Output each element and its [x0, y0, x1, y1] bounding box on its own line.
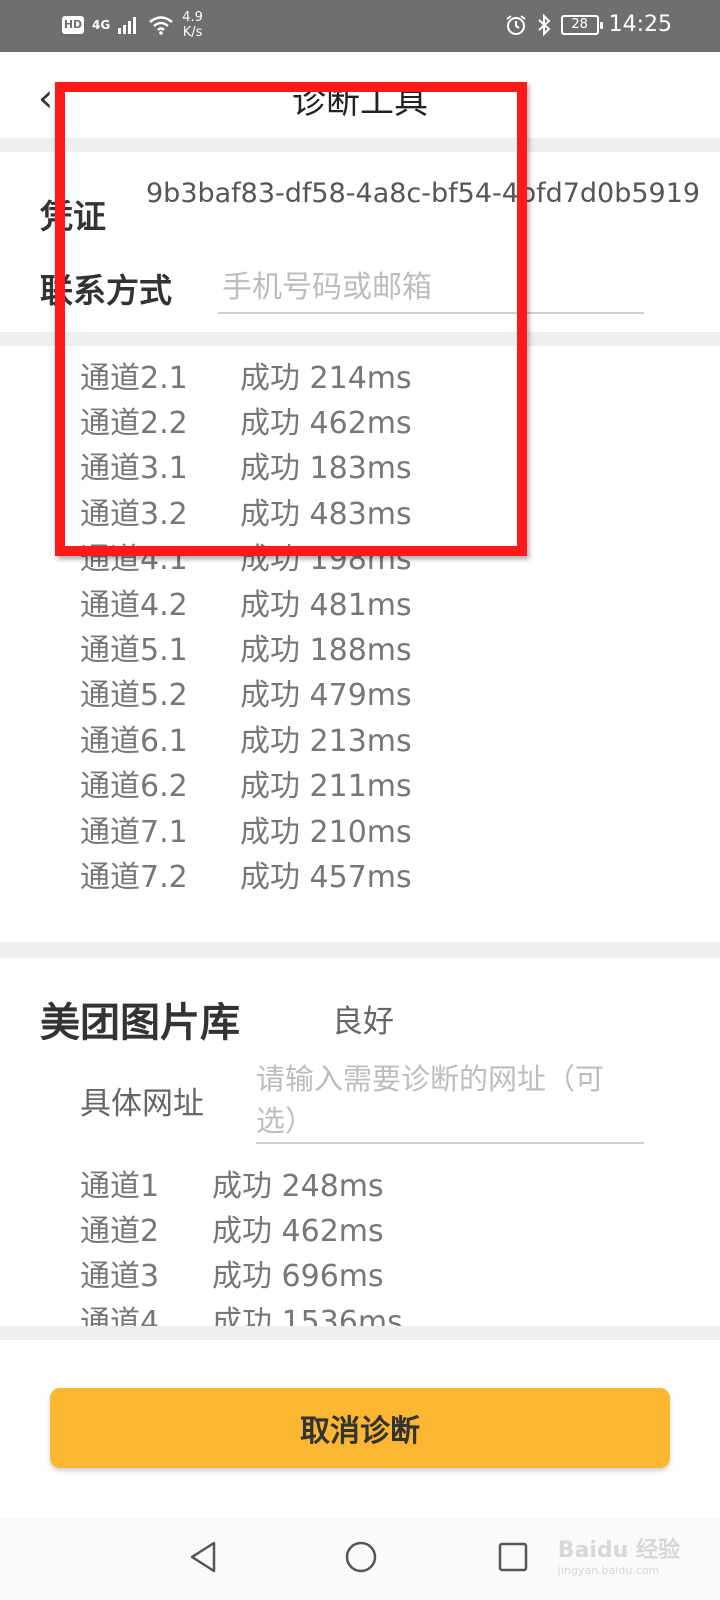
signal-icon [118, 17, 137, 34]
divider [0, 138, 720, 152]
channel-result: 成功 457ms [240, 859, 412, 895]
channel-result: 成功 481ms [240, 587, 412, 623]
channel-name: 通道6.1 [80, 723, 188, 759]
channel-name: 通道7.2 [80, 859, 188, 895]
list-item: 通道6.1 成功 213ms [80, 715, 412, 760]
status-left: HD 4G 4.9 K/s [62, 10, 203, 40]
battery-icon: 28 [560, 14, 603, 35]
status-bar: HD 4G 4.9 K/s 28 14:25 [0, 0, 720, 52]
nav-back-icon[interactable] [188, 1540, 220, 1574]
channel-result: 成功 462ms [212, 1214, 384, 1250]
bluetooth-icon [537, 13, 551, 36]
channel-result: 成功 188ms [240, 633, 412, 669]
divider [0, 1326, 720, 1340]
nav-home-icon[interactable] [344, 1540, 378, 1574]
baidu-jingyan-watermark: Baidu 经验 jingyan.baidu.com [558, 1532, 680, 1577]
channel-name: 通道7.1 [80, 814, 188, 850]
hd-icon: HD [62, 16, 84, 34]
contact-label: 联系方式 [40, 271, 172, 310]
watermark-brand: Baidu 经验 [557, 1538, 680, 1563]
channel-result: 成功 183ms [240, 451, 412, 487]
channel-name: 通道1 [80, 1168, 160, 1204]
channel-result: 成功 210ms [240, 814, 412, 850]
channel-name: 通道3.1 [80, 451, 188, 487]
list-item: 通道5.2 成功 479ms [80, 670, 412, 715]
page-title: 诊断工具 [292, 83, 428, 121]
channel-result: 成功 214ms [240, 360, 412, 396]
channel-result: 成功 213ms [240, 723, 412, 759]
network-speed: 4.9 K/s [182, 10, 203, 40]
channel-name: 通道4 [80, 1304, 160, 1326]
list-item: 通道1 成功 248ms [80, 1160, 403, 1205]
alarm-icon [505, 14, 526, 35]
channel-name: 通道3.2 [80, 496, 188, 532]
credential-label: 凭证 [40, 197, 106, 236]
list-item: 通道2.2 成功 462ms [80, 397, 412, 442]
channel-name: 通道3 [80, 1259, 160, 1295]
list-item: 通道2.1 成功 214ms [80, 352, 412, 397]
list-item: 通道3.2 成功 483ms [80, 488, 412, 533]
list-item: 通道4.1 成功 198ms [80, 534, 412, 579]
channel-result: 成功 248ms [212, 1168, 384, 1204]
list-item: 通道3.1 成功 183ms [80, 443, 412, 488]
channel-name: 通道2 [80, 1214, 160, 1250]
list-item: 通道5.1 成功 188ms [80, 624, 412, 669]
section-title-image-library: 美团图片库 [40, 1000, 240, 1046]
channel-name: 通道2.1 [80, 360, 188, 396]
speed-unit: K/s [182, 25, 203, 40]
channel-name: 通道6.2 [80, 769, 188, 805]
wifi-icon [149, 16, 173, 35]
list-item: 通道7.2 成功 457ms [80, 851, 412, 896]
channel-name: 通道5.2 [80, 678, 188, 714]
list-item: 通道4 成功 1536ms [80, 1296, 403, 1326]
list-item: 通道4.2 成功 481ms [80, 579, 412, 624]
channel-name: 通道5.1 [80, 633, 188, 669]
url-label: 具体网址 [80, 1086, 204, 1122]
image-library-results: 通道1 成功 248ms 通道2 成功 462ms 通道3 成功 696ms 通道4 成… [80, 1160, 403, 1326]
list-item: 通道2 成功 462ms [80, 1205, 403, 1250]
cancel-diagnosis-button[interactable]: 取消诊断 [50, 1388, 670, 1468]
channel-result: 成功 1536ms [212, 1304, 403, 1326]
image-library-results-scroll[interactable]: 通道1 成功 248ms 通道2 成功 462ms 通道3 成功 696ms 通道4 成… [0, 1160, 720, 1326]
url-input[interactable] [256, 1058, 644, 1144]
list-item: 通道7.1 成功 210ms [80, 806, 412, 851]
channel-result: 成功 462ms [240, 406, 412, 442]
network-type: 4G [92, 18, 111, 32]
list-item: 通道3 成功 696ms [80, 1251, 403, 1296]
channel-result: 成功 696ms [212, 1259, 384, 1295]
contact-input[interactable] [218, 262, 644, 314]
credential-value: 9b3baf83-df58-4a8c-bf54-4bfd7d0b5919 [146, 178, 701, 209]
channel-results: 通道2.1 成功 214ms 通道2.2 成功 462ms 通道3.1 成功 183m… [80, 352, 412, 897]
status-badge: 良好 [332, 1004, 394, 1040]
watermark-url: jingyan.baidu.com [557, 1564, 660, 1577]
speed-value: 4.9 [182, 10, 203, 25]
nav-recents-icon[interactable] [497, 1540, 529, 1574]
channel-result: 成功 479ms [240, 678, 412, 714]
status-right: 28 14:25 [505, 12, 672, 37]
clock: 14:25 [608, 12, 672, 37]
divider [0, 332, 720, 346]
channel-result: 成功 211ms [240, 769, 412, 805]
channel-result: 成功 483ms [240, 496, 412, 532]
channel-name: 通道2.2 [80, 406, 188, 442]
channel-name: 通道4.2 [80, 587, 188, 623]
list-item: 通道6.2 成功 211ms [80, 761, 412, 806]
channel-name: 通道4.1 [80, 542, 188, 578]
title-bar: ‹ 诊断工具 [0, 52, 720, 138]
channel-result: 成功 198ms [240, 542, 412, 578]
divider [0, 942, 720, 958]
